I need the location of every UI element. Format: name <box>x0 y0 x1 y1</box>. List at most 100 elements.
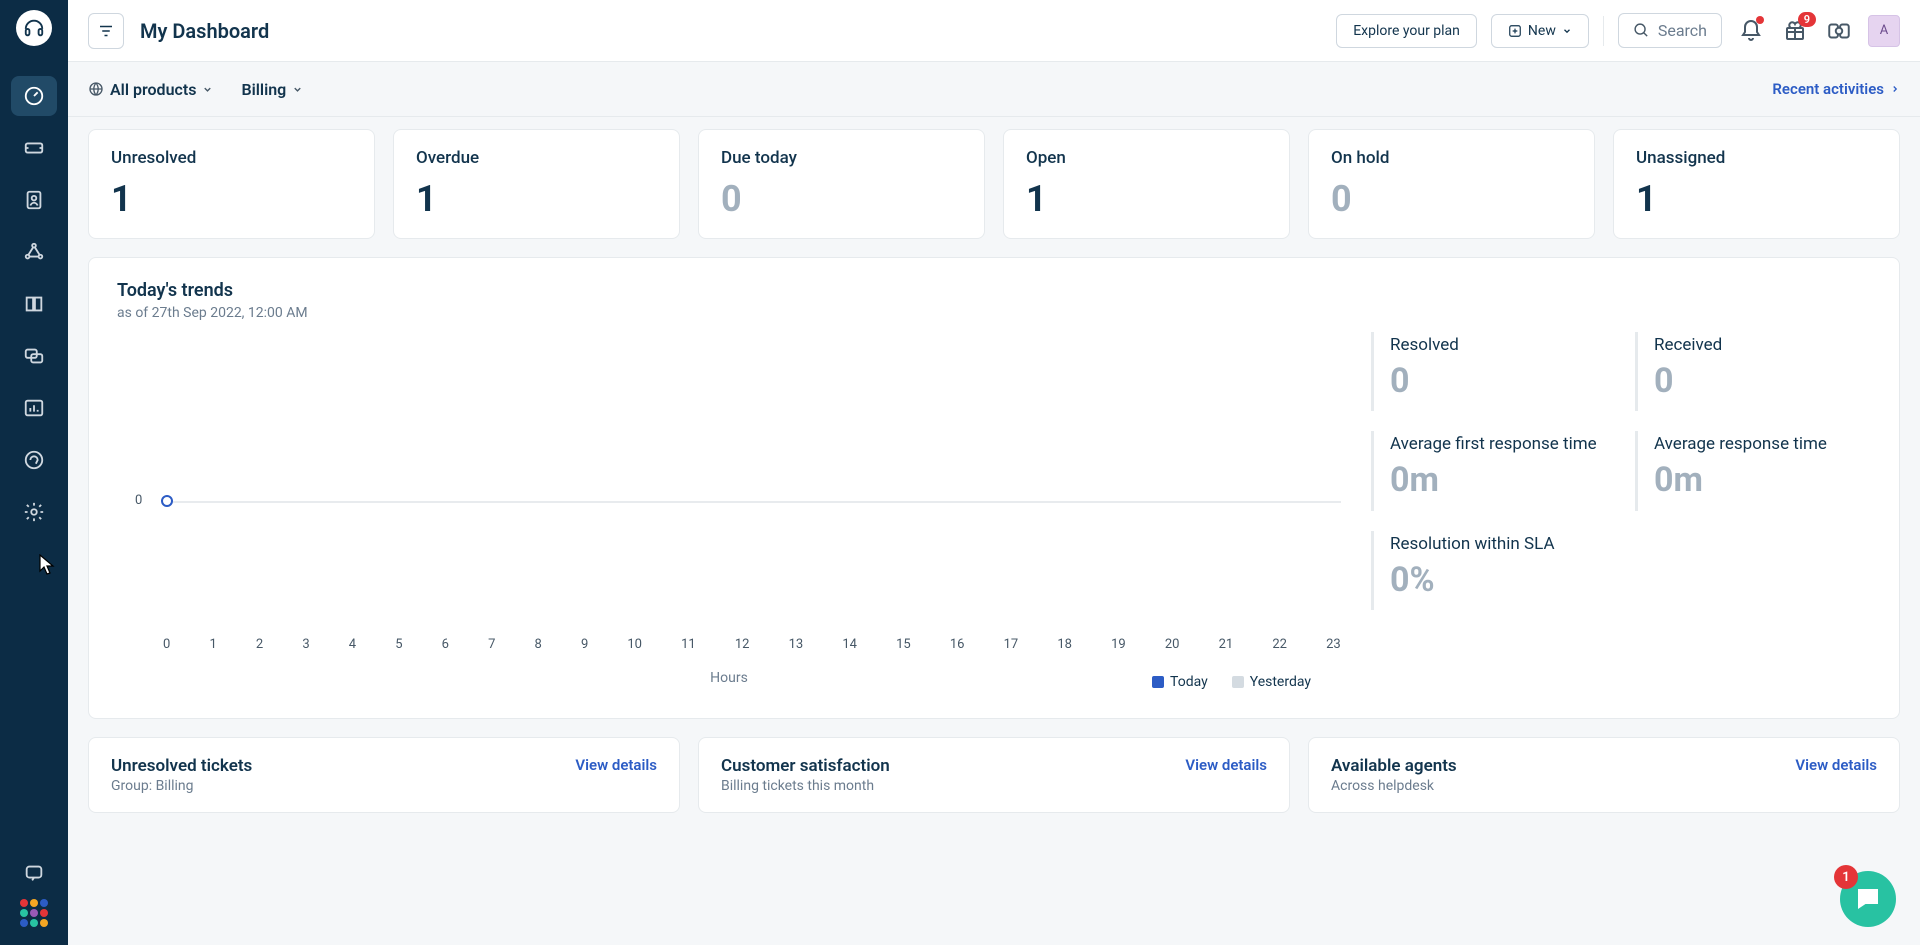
mini-stat-label: Average response time <box>1654 433 1871 456</box>
products-filter[interactable]: All products <box>88 80 213 99</box>
chart-x-tick: 13 <box>789 637 804 652</box>
chart-x-tick: 21 <box>1219 637 1234 652</box>
legend-today: Today <box>1152 674 1208 690</box>
products-label: All products <box>110 80 196 99</box>
mini-stat-value: 0 <box>1390 361 1607 401</box>
chevron-down-icon <box>292 84 303 95</box>
chevron-down-icon <box>1562 26 1572 36</box>
chart-legend: Today Yesterday <box>1152 674 1311 690</box>
new-button[interactable]: New <box>1491 14 1589 48</box>
trends-subtitle: as of 27th Sep 2022, 12:00 AM <box>117 305 1341 321</box>
view-details-link[interactable]: View details <box>1185 756 1267 774</box>
mini-stat: Resolution within SLA 0% <box>1371 531 1607 610</box>
stat-card[interactable]: Overdue1 <box>393 129 680 239</box>
stat-value: 1 <box>111 178 352 220</box>
user-avatar[interactable]: A <box>1868 15 1900 47</box>
mini-stat: Resolved 0 <box>1371 332 1607 411</box>
mini-stat-value: 0m <box>1390 460 1607 500</box>
stat-label: Overdue <box>416 148 657 168</box>
chat-fab[interactable]: 1 <box>1840 871 1896 927</box>
chart-data-point <box>161 495 173 507</box>
stat-value: 1 <box>1026 178 1267 220</box>
legend-yesterday: Yesterday <box>1232 674 1311 690</box>
gift-badge: 9 <box>1798 12 1816 27</box>
mini-stat: Average first response time 0m <box>1371 431 1607 510</box>
chart-x-tick: 2 <box>256 637 263 652</box>
chart-x-tick: 19 <box>1111 637 1126 652</box>
gift-button[interactable]: 9 <box>1780 16 1810 46</box>
new-label: New <box>1528 23 1556 39</box>
nav-tickets[interactable] <box>11 128 57 168</box>
search-placeholder: Search <box>1658 21 1707 40</box>
nav-dashboard[interactable] <box>11 76 57 116</box>
nav-solutions[interactable] <box>11 284 57 324</box>
group-label: Billing <box>241 80 286 99</box>
nav-forums[interactable] <box>11 336 57 376</box>
chevron-down-icon <box>202 84 213 95</box>
stat-card[interactable]: Open1 <box>1003 129 1290 239</box>
chart-x-tick: 17 <box>1004 637 1019 652</box>
nav-chat-icon[interactable] <box>11 853 57 893</box>
nav-social[interactable] <box>11 232 57 272</box>
freshworks-switcher[interactable] <box>1824 16 1854 46</box>
bcard-title: Unresolved tickets <box>111 756 252 776</box>
stat-label: On hold <box>1331 148 1572 168</box>
nav-bot[interactable] <box>11 440 57 480</box>
chevron-right-icon <box>1890 84 1900 94</box>
stat-card[interactable]: Unassigned1 <box>1613 129 1900 239</box>
subheader: All products Billing Recent activities <box>68 62 1920 117</box>
chart-x-tick: 11 <box>681 637 696 652</box>
chart-x-tick: 20 <box>1165 637 1180 652</box>
stat-value: 0 <box>721 178 962 220</box>
chart-x-tick: 16 <box>950 637 965 652</box>
page-title: My Dashboard <box>140 19 269 43</box>
stat-value: 1 <box>1636 178 1877 220</box>
chart-x-tick: 6 <box>442 637 449 652</box>
recent-activities-link[interactable]: Recent activities <box>1772 80 1900 98</box>
stat-label: Unresolved <box>111 148 352 168</box>
mini-stat-label: Resolved <box>1390 334 1607 357</box>
mini-stat-label: Received <box>1654 334 1871 357</box>
mini-stat: Average response time 0m <box>1635 431 1871 510</box>
nav-admin[interactable] <box>11 492 57 532</box>
stat-card[interactable]: On hold0 <box>1308 129 1595 239</box>
bottom-card: Available agentsAcross helpdeskView deta… <box>1308 737 1900 813</box>
trends-chart: 0 01234567891011121314151617181920212223… <box>117 341 1341 696</box>
chart-x-tick: 3 <box>302 637 309 652</box>
bcard-subtitle: Group: Billing <box>111 778 252 794</box>
app-logo[interactable] <box>16 10 52 46</box>
sidebar <box>0 0 68 945</box>
filter-button[interactable] <box>88 13 124 49</box>
bcard-title: Customer satisfaction <box>721 756 890 776</box>
view-details-link[interactable]: View details <box>575 756 657 774</box>
mini-stat-label: Resolution within SLA <box>1390 533 1607 556</box>
bcard-subtitle: Across helpdesk <box>1331 778 1457 794</box>
notifications-button[interactable] <box>1736 16 1766 46</box>
recent-label: Recent activities <box>1772 80 1884 98</box>
chart-x-label: Hours <box>710 670 748 686</box>
stat-card[interactable]: Due today 0 <box>698 129 985 239</box>
mini-stat-value: 0% <box>1390 560 1607 600</box>
trends-side-stats: Resolved 0 Received0 Average first response… <box>1341 332 1871 610</box>
stat-label: Due today <box>721 148 962 168</box>
view-details-link[interactable]: View details <box>1795 756 1877 774</box>
search-icon <box>1633 22 1650 39</box>
nav-contacts[interactable] <box>11 180 57 220</box>
bcard-subtitle: Billing tickets this month <box>721 778 890 794</box>
chart-x-tick: 1 <box>209 637 216 652</box>
stat-card[interactable]: Unresolved 1 <box>88 129 375 239</box>
apps-grid-icon[interactable] <box>20 899 48 927</box>
group-filter[interactable]: Billing <box>241 80 303 99</box>
mini-stat-label: Average first response time <box>1390 433 1607 456</box>
search-button[interactable]: Search <box>1618 13 1722 48</box>
nav-analytics[interactable] <box>11 388 57 428</box>
plus-icon <box>1508 24 1522 38</box>
mini-stat-value: 0m <box>1654 460 1871 500</box>
trends-title: Today's trends <box>117 280 1341 301</box>
chart-x-tick: 23 <box>1326 637 1341 652</box>
chart-x-tick: 12 <box>735 637 750 652</box>
switcher-icon <box>1826 18 1852 44</box>
mini-stat: Received0 <box>1635 332 1871 411</box>
explore-plan-button[interactable]: Explore your plan <box>1336 14 1477 48</box>
chart-x-tick: 15 <box>896 637 911 652</box>
